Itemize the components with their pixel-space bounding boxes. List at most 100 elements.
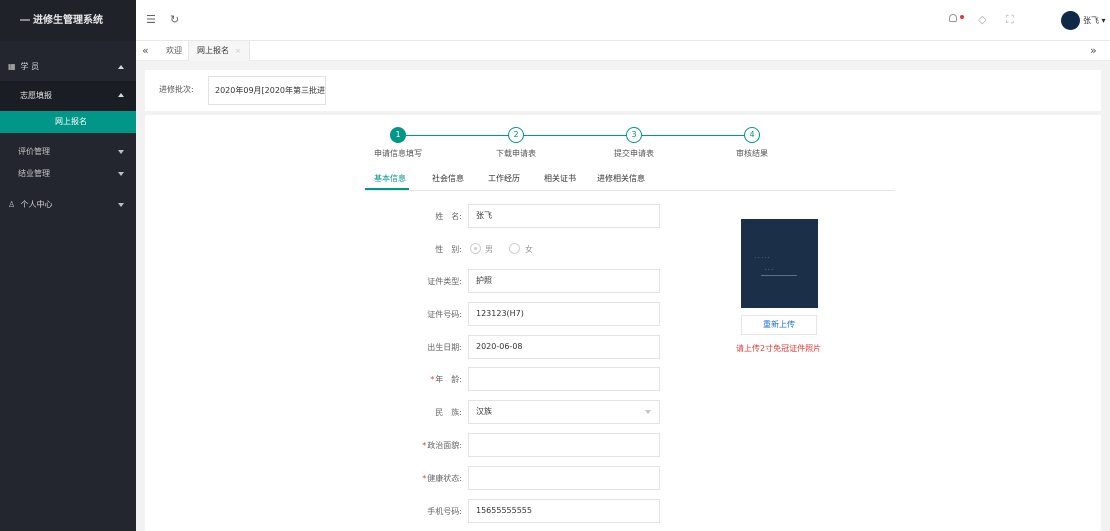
form-row-phone: 手机号码: 15655555555: [145, 499, 1101, 523]
chevron-down-icon: [645, 410, 651, 414]
required-mark: *: [430, 375, 435, 384]
field-label: 证件类型:: [427, 277, 462, 286]
close-icon[interactable]: ×: [235, 47, 241, 55]
photo-decoration: [761, 275, 797, 276]
batch-bar: 进修批次: 2020年09月[2020年第三批进: [145, 70, 1101, 111]
user-name: 张飞: [1083, 16, 1099, 25]
birth-date-field[interactable]: 2020-06-08: [468, 335, 660, 359]
form-row-health: *健康状态:: [145, 466, 1101, 490]
submenu-volunteer: 志愿填报 网上报名: [0, 81, 136, 133]
radio-label: 女: [525, 245, 533, 254]
refresh-icon[interactable]: ↻: [170, 13, 179, 26]
menu-section-students[interactable]: ▦ 学 员: [0, 53, 136, 81]
field-label: *健康状态:: [422, 473, 462, 484]
sidebar-item-online-signup[interactable]: 网上报名: [0, 111, 136, 133]
tabs-scroll-right-icon[interactable]: »: [1090, 41, 1097, 61]
id-type-field[interactable]: 护照: [468, 269, 660, 293]
chevron-down-icon: [118, 172, 124, 176]
form-row-birth: 出生日期: 2020-06-08: [145, 335, 1101, 359]
health-field[interactable]: [468, 466, 660, 490]
sidebar-item-graduation[interactable]: 结业管理: [0, 163, 136, 185]
phone-field[interactable]: 15655555555: [468, 499, 660, 523]
political-field[interactable]: [468, 433, 660, 457]
form-tabs: 基本信息 社会信息 工作经历 相关证书 进修相关信息: [365, 169, 895, 191]
field-label-text: 健康状态:: [427, 474, 462, 483]
step-number: 4: [744, 127, 760, 143]
fullscreen-icon[interactable]: ⛶: [1006, 13, 1014, 27]
step-label: 审核结果: [736, 149, 768, 158]
field-label-text: 政治面貌:: [427, 441, 462, 450]
field-label: 出生日期:: [427, 343, 462, 352]
field-label-text: 年 龄:: [435, 375, 462, 384]
photo-hint: 请上传2寸免冠证件照片: [736, 344, 822, 353]
sidebar-item-label: 结业管理: [18, 169, 50, 178]
chevron-up-icon: [118, 93, 124, 97]
tab-social-info[interactable]: 社会信息: [432, 173, 464, 184]
avatar[interactable]: [1061, 11, 1080, 30]
form-row-political: *政治面貌:: [145, 433, 1101, 457]
form-row-age: *年 龄:: [145, 367, 1101, 391]
app-title: 进修生管理系统: [33, 15, 103, 26]
batch-label: 进修批次:: [159, 85, 194, 94]
name-field[interactable]: 张飞: [468, 204, 660, 228]
gender-female-radio[interactable]: [509, 243, 520, 254]
gender-male-radio[interactable]: [470, 243, 481, 254]
form-row-ethnic: 民 族: 汉族: [145, 400, 1101, 424]
age-field[interactable]: [468, 367, 660, 391]
step-number: 3: [626, 127, 642, 143]
tab-online-signup[interactable]: 网上报名 ×: [188, 41, 250, 61]
step-2: 2 下载申请表: [471, 127, 561, 159]
tab-basic-info[interactable]: 基本信息: [374, 173, 406, 184]
field-label: 性 别:: [435, 245, 462, 254]
tab-training-info[interactable]: 进修相关信息: [597, 173, 645, 184]
sidebar-item-evaluation[interactable]: 评价管理: [0, 141, 136, 163]
top-header: ☰ ↻ ◇ ⛶ 张飞 ▾: [136, 0, 1110, 41]
chevron-down-icon: [118, 150, 124, 154]
hamburger-icon[interactable]: ☰: [146, 13, 156, 26]
chevron-up-icon: [118, 65, 124, 69]
form-row-id-type: 证件类型: 护照: [145, 269, 1101, 293]
notification-dot: [960, 15, 964, 19]
required-mark: *: [422, 474, 427, 483]
ethnic-select[interactable]: 汉族: [468, 400, 660, 424]
tab-home[interactable]: 欢迎: [166, 41, 182, 61]
menu-group-label: 志愿填报: [20, 91, 52, 100]
user-menu[interactable]: 张飞 ▾: [1083, 15, 1106, 26]
app-logo: 进修生管理系统: [0, 0, 136, 41]
active-tab-indicator: [365, 188, 409, 190]
sidebar-item-label: 评价管理: [18, 147, 50, 156]
step-label: 下载申请表: [496, 149, 536, 158]
tab-work-history[interactable]: 工作经历: [488, 173, 520, 184]
theme-icon[interactable]: ◇: [978, 13, 986, 26]
step-number: 2: [508, 127, 524, 143]
tab-certificates[interactable]: 相关证书: [544, 173, 576, 184]
tab-label: 网上报名: [197, 46, 229, 55]
menu-section-label: 学 员: [20, 62, 40, 71]
id-number-field[interactable]: 123123(H7): [468, 302, 660, 326]
field-label: *政治面貌:: [422, 440, 462, 451]
user-icon: ♙: [8, 200, 16, 209]
radio-label: 男: [485, 245, 493, 254]
field-label: 民 族:: [435, 408, 462, 417]
bell-icon[interactable]: [949, 14, 957, 22]
field-label: 姓 名:: [435, 212, 462, 221]
step-3: 3 提交申请表: [589, 127, 679, 159]
form-row-gender: 性 别: 男 女: [145, 237, 1101, 261]
logo-mark-icon: [20, 19, 30, 21]
step-label: 提交申请表: [614, 149, 654, 158]
step-1: 1 申请信息填写: [353, 127, 443, 159]
form-row-name: 姓 名: 张飞: [145, 204, 1101, 228]
ethnic-value: 汉族: [476, 407, 492, 416]
photo-decoration: · · ·: [765, 267, 773, 273]
menu-section-personal[interactable]: ♙ 个人中心: [0, 191, 136, 219]
menu-group-volunteer[interactable]: 志愿填报: [0, 81, 136, 111]
required-mark: *: [422, 441, 427, 450]
reupload-button[interactable]: 重新上传: [741, 315, 817, 335]
tabs-scroll-left-icon[interactable]: «: [142, 41, 149, 61]
field-label: *年 龄:: [430, 374, 462, 385]
sidebar: 进修生管理系统 ▦ 学 员 志愿填报 网上报名 评价管理 结业管理 ♙ 个人中心: [0, 0, 136, 531]
grid-icon: ▦: [8, 62, 16, 71]
batch-select[interactable]: 2020年09月[2020年第三批进: [208, 76, 326, 105]
form-row-id-no: 证件号码: 123123(H7): [145, 302, 1101, 326]
step-4: 4 审核结果: [707, 127, 797, 159]
